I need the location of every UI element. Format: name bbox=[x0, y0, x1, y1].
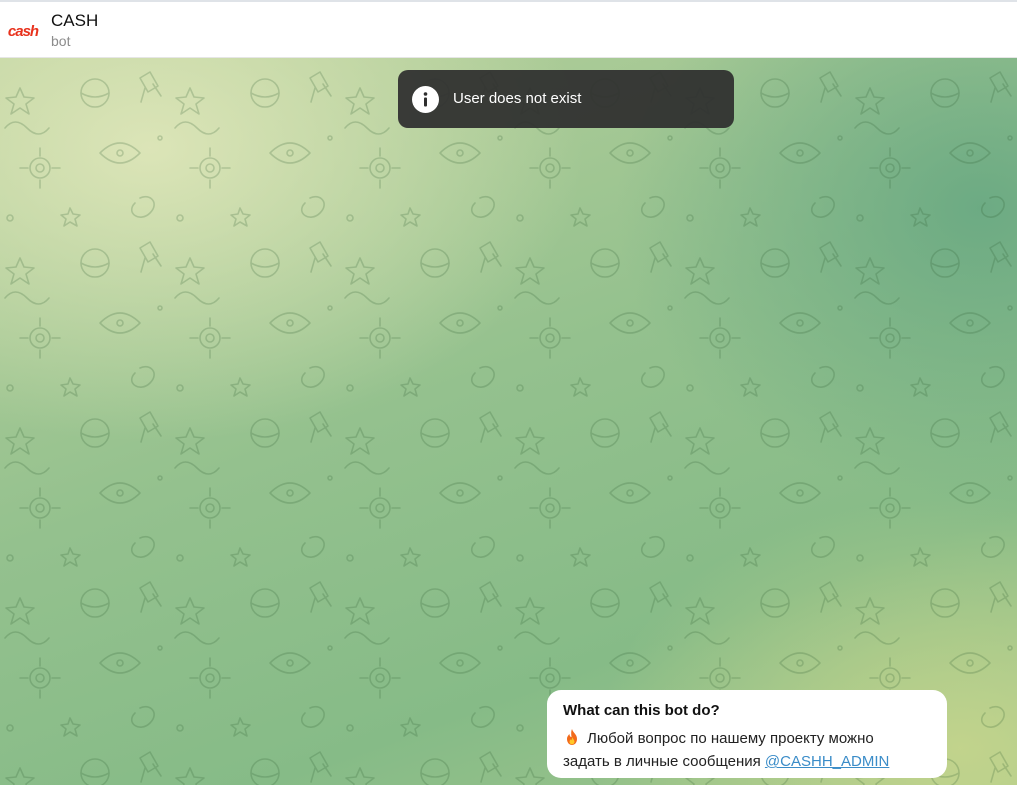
info-icon bbox=[412, 86, 439, 113]
bot-info-line2: задать в личные сообщения bbox=[563, 753, 765, 770]
doodle-pattern bbox=[0, 58, 1017, 785]
chat-subtitle: bot bbox=[51, 33, 71, 49]
avatar[interactable]: cash bbox=[4, 12, 42, 50]
toast-notification: User does not exist bbox=[398, 70, 734, 128]
chat-background bbox=[0, 58, 1017, 785]
fire-icon bbox=[563, 728, 581, 746]
bot-info-line1: Любой вопрос по нашему проекту можно bbox=[587, 730, 874, 747]
bot-description-card: What can this bot do? Любой вопрос по на… bbox=[547, 690, 947, 778]
bot-info-heading: What can this bot do? bbox=[563, 702, 720, 719]
admin-mention-link[interactable]: @CASHH_ADMIN bbox=[765, 753, 889, 770]
chat-header[interactable]: cash CASH bot bbox=[0, 0, 1017, 58]
bot-info-text: Любой вопрос по нашему проекту можно зад… bbox=[563, 727, 935, 773]
chat-title[interactable]: CASH bbox=[51, 11, 98, 31]
avatar-logo-text: cash bbox=[7, 22, 39, 40]
toast-message: User does not exist bbox=[453, 90, 582, 107]
